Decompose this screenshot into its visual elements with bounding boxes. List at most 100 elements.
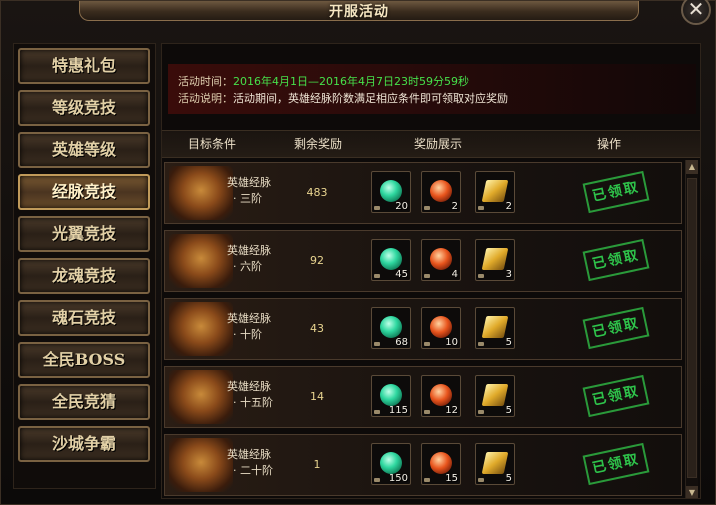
row-target: 英雄经脉 · 三阶 [227, 175, 271, 207]
sidebar-item-meridian-competition[interactable]: 经脉竞技 [18, 174, 150, 210]
activity-sidebar: 特惠礼包 等级竞技 英雄等级 经脉竞技 光翼竞技 龙魂竞技 魂石竞技 全民BOS… [13, 43, 156, 489]
lock-icon [424, 274, 430, 278]
reward-slot[interactable]: 5 [475, 375, 515, 417]
reward-qty: 5 [505, 337, 512, 348]
reward-qty: 45 [395, 269, 408, 280]
meridian-figure-icon [169, 166, 233, 220]
sidebar-item-world-boss[interactable]: 全民BOSS [18, 342, 150, 378]
table-row: 英雄经脉 · 二十阶 1 150 15 5 已领取 [164, 434, 682, 496]
lock-icon [478, 274, 484, 278]
table-row: 英雄经脉 · 十五阶 14 115 12 5 已领取 [164, 366, 682, 428]
row-target-name: 英雄经脉 [227, 380, 271, 393]
table-row: 英雄经脉 · 六阶 92 45 4 3 已领取 [164, 230, 682, 292]
reward-slot[interactable]: 68 [371, 307, 411, 349]
row-remaining: 14 [310, 390, 324, 403]
claimed-stamp: 已领取 [582, 238, 650, 282]
green-gem-icon [380, 452, 402, 474]
green-gem-icon [380, 384, 402, 406]
lock-icon [478, 206, 484, 210]
lock-icon [374, 478, 380, 482]
table-row: 英雄经脉 · 三阶 483 20 2 2 已领取 [164, 162, 682, 224]
table-row: 英雄经脉 · 十阶 43 68 10 5 已领取 [164, 298, 682, 360]
meridian-figure-icon [169, 302, 233, 356]
header-remaining: 剩余奖励 [293, 137, 342, 151]
activity-content: 活动时间：2016年4月1日—2016年4月7日23时59分59秒 活动说明：活… [161, 43, 701, 499]
lock-icon [478, 342, 484, 346]
claimed-stamp: 已领取 [582, 442, 650, 486]
row-target-tier: · 二十阶 [233, 464, 273, 477]
sidebar-item-city-war[interactable]: 沙城争霸 [18, 426, 150, 462]
activity-time-line: 活动时间：2016年4月1日—2016年4月7日23时59分59秒 [178, 75, 469, 89]
reward-qty: 15 [445, 473, 458, 484]
reward-qty: 4 [451, 269, 458, 280]
reward-qty: 20 [395, 201, 408, 212]
green-gem-icon [380, 316, 402, 338]
claimed-stamp: 已领取 [582, 374, 650, 418]
gold-bar-icon [481, 384, 509, 406]
lock-icon [374, 410, 380, 414]
gold-bar-icon [481, 180, 509, 202]
red-orb-icon [430, 384, 452, 406]
reward-slot[interactable]: 150 [371, 443, 411, 485]
row-target-name: 英雄经脉 [227, 448, 271, 461]
sidebar-item-hero-level[interactable]: 英雄等级 [18, 132, 150, 168]
reward-slot[interactable]: 4 [421, 239, 461, 281]
row-target: 英雄经脉 · 六阶 [227, 243, 271, 275]
green-gem-icon [380, 180, 402, 202]
reward-qty: 2 [451, 201, 458, 212]
reward-slot[interactable]: 5 [475, 307, 515, 349]
reward-qty: 12 [445, 405, 458, 416]
red-orb-icon [430, 180, 452, 202]
header-target: 目标条件 [187, 137, 236, 151]
reward-slot[interactable]: 15 [421, 443, 461, 485]
activity-desc-line: 活动说明：活动期间，英雄经脉阶数满足相应条件即可领取对应奖励 [178, 92, 508, 106]
close-button[interactable]: ✕ [681, 0, 711, 25]
reward-slot[interactable]: 2 [421, 171, 461, 213]
reward-slot[interactable]: 45 [371, 239, 411, 281]
table-header: 目标条件 剩余奖励 奖励展示 操作 [162, 130, 700, 158]
sidebar-item-level-competition[interactable]: 等级竞技 [18, 90, 150, 126]
row-target-tier: · 六阶 [233, 260, 262, 273]
scroll-thumb[interactable] [687, 178, 697, 478]
row-target: 英雄经脉 · 二十阶 [227, 447, 273, 479]
row-target-name: 英雄经脉 [227, 176, 271, 189]
reward-slot[interactable]: 3 [475, 239, 515, 281]
gold-bar-icon [481, 248, 509, 270]
header-action: 操作 [596, 137, 621, 151]
lock-icon [374, 342, 380, 346]
lock-icon [478, 478, 484, 482]
meridian-figure-icon [169, 438, 233, 492]
scroll-down-icon[interactable]: ▼ [686, 486, 698, 498]
meridian-figure-icon [169, 370, 233, 424]
row-target-name: 英雄经脉 [227, 244, 271, 257]
reward-qty: 2 [505, 201, 512, 212]
sidebar-item-world-guess[interactable]: 全民竞猜 [18, 384, 150, 420]
lock-icon [424, 410, 430, 414]
lock-icon [424, 478, 430, 482]
row-target-name: 英雄经脉 [227, 312, 271, 325]
sidebar-item-wing-competition[interactable]: 光翼竞技 [18, 216, 150, 252]
reward-slot[interactable]: 5 [475, 443, 515, 485]
sidebar-item-discount-pack[interactable]: 特惠礼包 [18, 48, 150, 84]
reward-slot[interactable]: 10 [421, 307, 461, 349]
red-orb-icon [430, 248, 452, 270]
lock-icon [424, 206, 430, 210]
activity-desc-label: 活动说明： [178, 92, 233, 105]
claimed-stamp: 已领取 [582, 306, 650, 350]
scroll-up-icon[interactable]: ▲ [686, 160, 698, 174]
sidebar-item-soul-stone-competition[interactable]: 魂石竞技 [18, 300, 150, 336]
gold-bar-icon [481, 316, 509, 338]
activity-desc-value: 活动期间，英雄经脉阶数满足相应条件即可领取对应奖励 [233, 92, 508, 105]
reward-slot[interactable]: 115 [371, 375, 411, 417]
reward-slot[interactable]: 2 [475, 171, 515, 213]
lock-icon [424, 342, 430, 346]
row-remaining: 483 [306, 186, 328, 199]
lock-icon [374, 274, 380, 278]
reward-slot[interactable]: 20 [371, 171, 411, 213]
activity-window: 开服活动 ✕ 特惠礼包 等级竞技 英雄等级 经脉竞技 光翼竞技 龙魂竞技 魂石竞… [0, 0, 716, 505]
reward-qty: 10 [445, 337, 458, 348]
title-bar: 开服活动 [79, 1, 639, 21]
sidebar-item-dragon-soul-competition[interactable]: 龙魂竞技 [18, 258, 150, 294]
scrollbar[interactable]: ▲ ▼ [685, 160, 698, 498]
reward-slot[interactable]: 12 [421, 375, 461, 417]
